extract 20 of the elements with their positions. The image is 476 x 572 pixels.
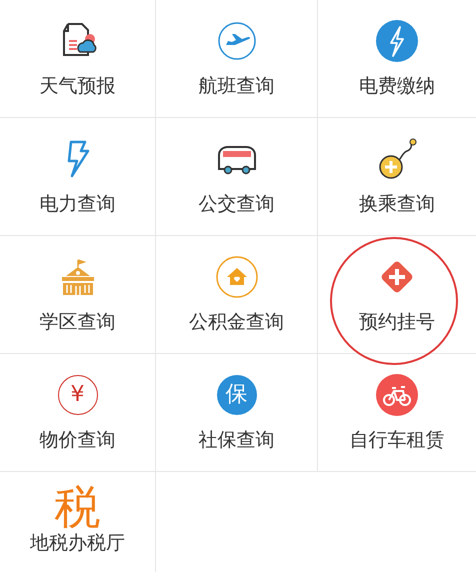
service-tile[interactable]: 公交查询	[156, 118, 317, 235]
house-icon	[214, 255, 258, 299]
service-tile[interactable]: 税 地税办税厅	[0, 472, 155, 572]
service-tile[interactable]: 预约挂号	[318, 236, 476, 353]
service-tile[interactable]: 电费缴纳	[318, 0, 476, 117]
character-icon: 税	[54, 482, 100, 532]
character-badge-icon: 保	[216, 375, 256, 415]
service-tile[interactable]: 电力查询	[0, 118, 155, 235]
airplane-icon	[216, 21, 256, 61]
service-tile[interactable]: ¥ 物价查询	[0, 354, 155, 471]
service-tile[interactable]: 航班查询	[156, 0, 317, 117]
ringed-character-icon: ¥	[58, 375, 98, 415]
lightning-bolt-icon	[375, 19, 419, 63]
service-tile[interactable]: 换乘查询	[318, 118, 476, 235]
bicycle-icon	[375, 373, 419, 417]
service-tile[interactable]: 公积金查询	[156, 236, 317, 353]
service-tile[interactable]: 学区查询	[0, 236, 155, 353]
service-tile[interactable]: 天气预报	[0, 0, 155, 117]
service-tile[interactable]: 自行车租赁	[318, 354, 476, 471]
service-tile[interactable]: 保 社保查询	[156, 354, 317, 471]
